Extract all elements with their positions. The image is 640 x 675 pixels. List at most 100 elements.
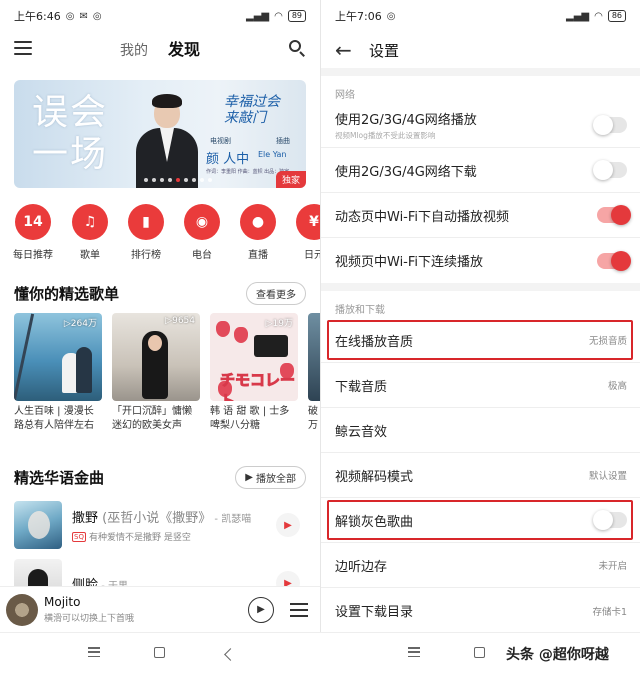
- setting-label: 视频页中Wi-Fi下连续播放: [335, 255, 484, 270]
- app-notification-icon: ◎: [386, 10, 396, 22]
- app-notification-icon: ◎: [65, 10, 75, 22]
- search-icon[interactable]: [288, 39, 306, 57]
- playlist-card[interactable]: 破万哪一: [308, 313, 320, 433]
- settings-group-network: 网络 使用2G/3G/4G网络播放 视频Mlog播放不受此设置影响 使用2G/3G…: [321, 76, 640, 283]
- tab-mine[interactable]: 我的: [120, 40, 148, 60]
- menu-icon[interactable]: [14, 41, 32, 55]
- quick-entries: 14 每日推荐 ♫ 歌单 ▮ 排行榜 ◉ 电台 ● 直播 ¥ 日元: [0, 204, 320, 264]
- setting-label: 下载音质: [335, 379, 388, 395]
- setting-label: 在线播放音质: [335, 334, 414, 350]
- playlists-section-header: 懂你的精选歌单 查看更多: [14, 282, 306, 305]
- toggle-switch[interactable]: [597, 250, 631, 271]
- toggle-switch[interactable]: [593, 160, 627, 180]
- playlist-name: 韩 语 甜 歌 | 士多啤梨八分糖: [210, 406, 290, 431]
- setting-row[interactable]: 动态页中Wi-Fi下自动播放视频: [321, 193, 640, 238]
- banner-song-title: 幸福过会来敲门: [224, 94, 280, 126]
- setting-row[interactable]: 下载音质 极高: [321, 363, 640, 408]
- exclusive-badge: 独家: [275, 171, 306, 188]
- setting-row[interactable]: 使用2G/3G/4G网络下载: [321, 148, 640, 193]
- playlist-cover: ▷264万: [14, 313, 102, 401]
- play-icon: ▶: [245, 472, 253, 483]
- play-icon[interactable]: ▶: [276, 513, 300, 537]
- toggle-switch[interactable]: [593, 115, 627, 135]
- home-icon[interactable]: [154, 647, 165, 658]
- album-art: [14, 501, 62, 549]
- setting-label: 设置下载目录: [335, 605, 414, 620]
- playlist-queue-icon[interactable]: [290, 602, 308, 617]
- banner-singer: 颜 人中: [206, 152, 250, 167]
- settings-group-playback: 播放和下载 在线播放音质 无损音质 下载音质 极高 鲸云音效 视频解码模式 默认…: [321, 291, 640, 632]
- home-icon[interactable]: [474, 647, 485, 658]
- play-count: ▷264万: [63, 319, 97, 329]
- setting-row[interactable]: 使用2G/3G/4G网络播放 视频Mlog播放不受此设置影响: [321, 103, 640, 148]
- quick-entry-charts[interactable]: ▮ 排行榜: [128, 204, 164, 264]
- setting-row[interactable]: 在线播放音质 无损音质: [321, 318, 640, 363]
- playlist-name: 「开口沉醉」慵懒迷幻的欧美女声: [112, 406, 192, 431]
- toggle-switch[interactable]: [593, 510, 627, 530]
- setting-row[interactable]: 视频解码模式 默认设置: [321, 453, 640, 498]
- screenshot-root: 上午6:46 ◎ ✉ ◎ ▂▄▆ ◠ 89 我的 发现 误会 一场 幸福过会来敲…: [0, 0, 640, 675]
- setting-label: 视频解码模式: [335, 469, 414, 485]
- setting-row[interactable]: 视频页中Wi-Fi下连续播放: [321, 238, 640, 283]
- signal-icon: ▂▄▆: [566, 10, 590, 22]
- song-desc: 有种爱情不是撒野 是竖空: [88, 533, 191, 543]
- view-more-button[interactable]: 查看更多: [246, 282, 306, 305]
- promo-banner[interactable]: 误会 一场 幸福过会来敲门 电视剧 插曲 颜 人中 Ele Yan 作词：李重阳…: [14, 80, 306, 188]
- settings-header: ← 设置: [321, 32, 640, 68]
- signal-icon: ▂▄▆: [246, 10, 270, 22]
- quick-entry-label: 每日推荐: [13, 250, 53, 261]
- radio-icon: ◉: [184, 204, 220, 240]
- playlist-card[interactable]: ▷264万 人生百味 | 漫漫长路总有人陪伴左右: [14, 313, 102, 433]
- album-disc: [6, 593, 38, 626]
- setting-row[interactable]: 边听边存 未开启: [321, 543, 640, 588]
- cover-text: チモコレート: [220, 371, 296, 402]
- setting-value: 极高: [607, 381, 627, 392]
- playlist-card[interactable]: ▷9654 「开口沉醉」慵懒迷幻的欧美女声: [112, 313, 200, 433]
- playlist-cover: チモコレート ▷19万: [210, 313, 298, 401]
- play-all-label: 播放全部: [256, 474, 296, 485]
- quick-entry-playlists[interactable]: ♫ 歌单: [72, 204, 108, 264]
- setting-label: 使用2G/3G/4G网络下载: [335, 164, 477, 180]
- more-icon: ¥: [296, 204, 320, 240]
- back-arrow-icon[interactable]: ←: [335, 38, 355, 62]
- quick-entry-live[interactable]: ● 直播: [240, 204, 276, 264]
- quick-entry-more[interactable]: ¥ 日元: [296, 204, 320, 264]
- battery-icon: 86: [607, 10, 626, 22]
- group-label: 播放和下载: [335, 305, 385, 316]
- playlist-card[interactable]: チモコレート ▷19万 韩 语 甜 歌 | 士多啤梨八分糖: [210, 313, 298, 433]
- live-icon: ●: [240, 204, 276, 240]
- setting-row[interactable]: 设置下载目录 存储卡1: [321, 588, 640, 632]
- banner-big-text-line2: 一场: [32, 134, 109, 175]
- calendar-icon: 14: [15, 204, 51, 240]
- top-tabs: 我的 发现: [32, 36, 288, 60]
- play-icon[interactable]: ▶: [248, 596, 274, 623]
- mini-player[interactable]: Mojito 横滑可以切换上下首哦 ▶: [0, 586, 320, 632]
- banner-big-text: 误会 一场: [32, 92, 108, 176]
- playlist-cover: ▷9654: [112, 313, 200, 401]
- recent-apps-icon[interactable]: [408, 647, 420, 657]
- now-playing-hint: 横滑可以切换上下首哦: [44, 614, 135, 624]
- quick-entry-label: 直播: [248, 250, 268, 261]
- playlist-carousel: ▷264万 人生百味 | 漫漫长路总有人陪伴左右 ▷9654 「开口沉醉」慵懒迷…: [14, 313, 320, 433]
- play-count: ▷9654: [165, 316, 195, 326]
- song-subtitle: (巫哲小说《撒野》: [98, 511, 212, 526]
- quick-entry-daily[interactable]: 14 每日推荐: [13, 204, 53, 264]
- banner-big-text-line1: 误会: [32, 92, 109, 133]
- song-row[interactable]: 撒野 (巫哲小说《撒野》 - 凯瑟喵 SQ 有种爱情不是撒野 是竖空 ▶: [14, 496, 306, 554]
- recent-apps-icon[interactable]: [88, 647, 100, 657]
- now-playing-title: Mojito: [44, 595, 81, 609]
- setting-label: 解锁灰色歌曲: [335, 514, 414, 530]
- app-notification-icon-2: ◎: [92, 10, 102, 22]
- quick-entry-radio[interactable]: ◉ 电台: [184, 204, 220, 264]
- status-bar: 上午6:46 ◎ ✉ ◎ ▂▄▆ ◠ 89: [0, 0, 320, 32]
- play-all-button[interactable]: ▶ 播放全部: [235, 466, 306, 489]
- setting-row[interactable]: 解锁灰色歌曲: [321, 498, 640, 543]
- setting-value: 默认设置: [588, 471, 627, 482]
- setting-row[interactable]: 鲸云音效: [321, 408, 640, 453]
- back-icon[interactable]: [224, 648, 237, 661]
- toggle-switch[interactable]: [597, 205, 631, 225]
- banner-tag-right: 插曲: [276, 137, 290, 145]
- battery-icon: 89: [287, 10, 306, 22]
- tab-discover[interactable]: 发现: [168, 36, 200, 60]
- setting-sublabel: 视频Mlog播放不受此设置影响: [335, 131, 436, 140]
